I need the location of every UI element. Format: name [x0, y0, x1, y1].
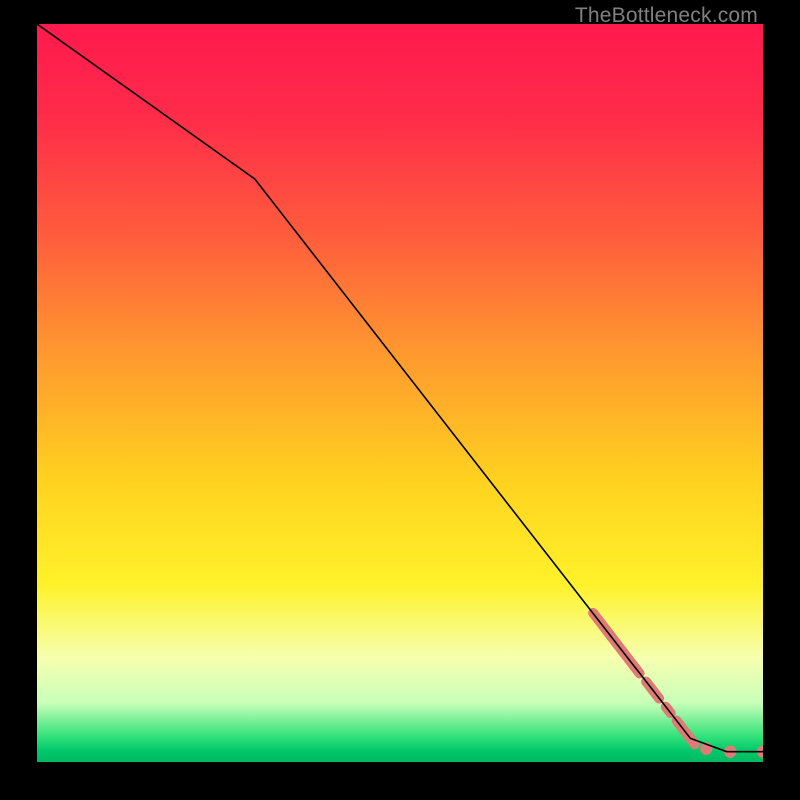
chart-svg — [37, 24, 763, 762]
gradient-background — [37, 24, 763, 762]
chart-stage: TheBottleneck.com — [0, 0, 800, 800]
plot-area — [37, 24, 763, 762]
